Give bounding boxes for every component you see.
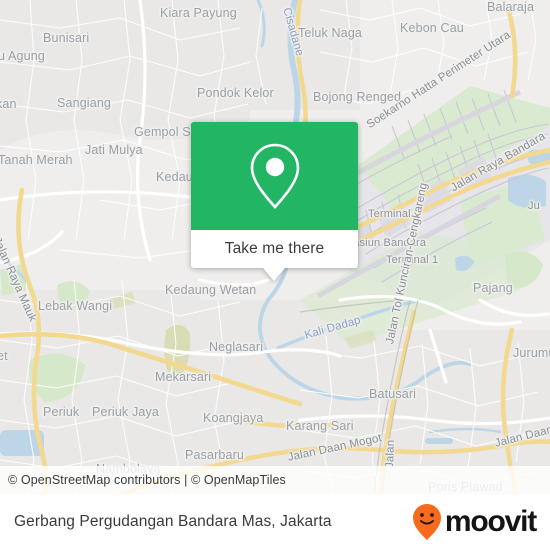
moovit-wordmark: moovit — [444, 505, 537, 538]
location-popup-card[interactable]: Take me there — [191, 122, 358, 281]
moovit-pin-icon — [412, 504, 441, 540]
take-me-there-button[interactable]: Take me there — [191, 230, 358, 268]
attribution-text: © OpenStreetMap contributors | © OpenMap… — [8, 473, 286, 487]
take-me-there-label: Take me there — [224, 240, 325, 257]
footer-bar: Gerbang Pergudangan Bandara Mas, Jakarta… — [0, 494, 550, 550]
location-pin-icon — [250, 143, 299, 209]
moovit-logo: moovit — [412, 503, 550, 541]
popup-pointer — [263, 268, 285, 281]
map-attribution: © OpenStreetMap contributors | © OpenMap… — [0, 466, 550, 494]
map-screenshot: Kiara Payung Teluk Naga Kebon Cau Balaraja B… — [0, 0, 550, 550]
location-title: Gerbang Pergudangan Bandara Mas, Jakarta — [14, 513, 332, 530]
popup-header — [191, 122, 358, 230]
